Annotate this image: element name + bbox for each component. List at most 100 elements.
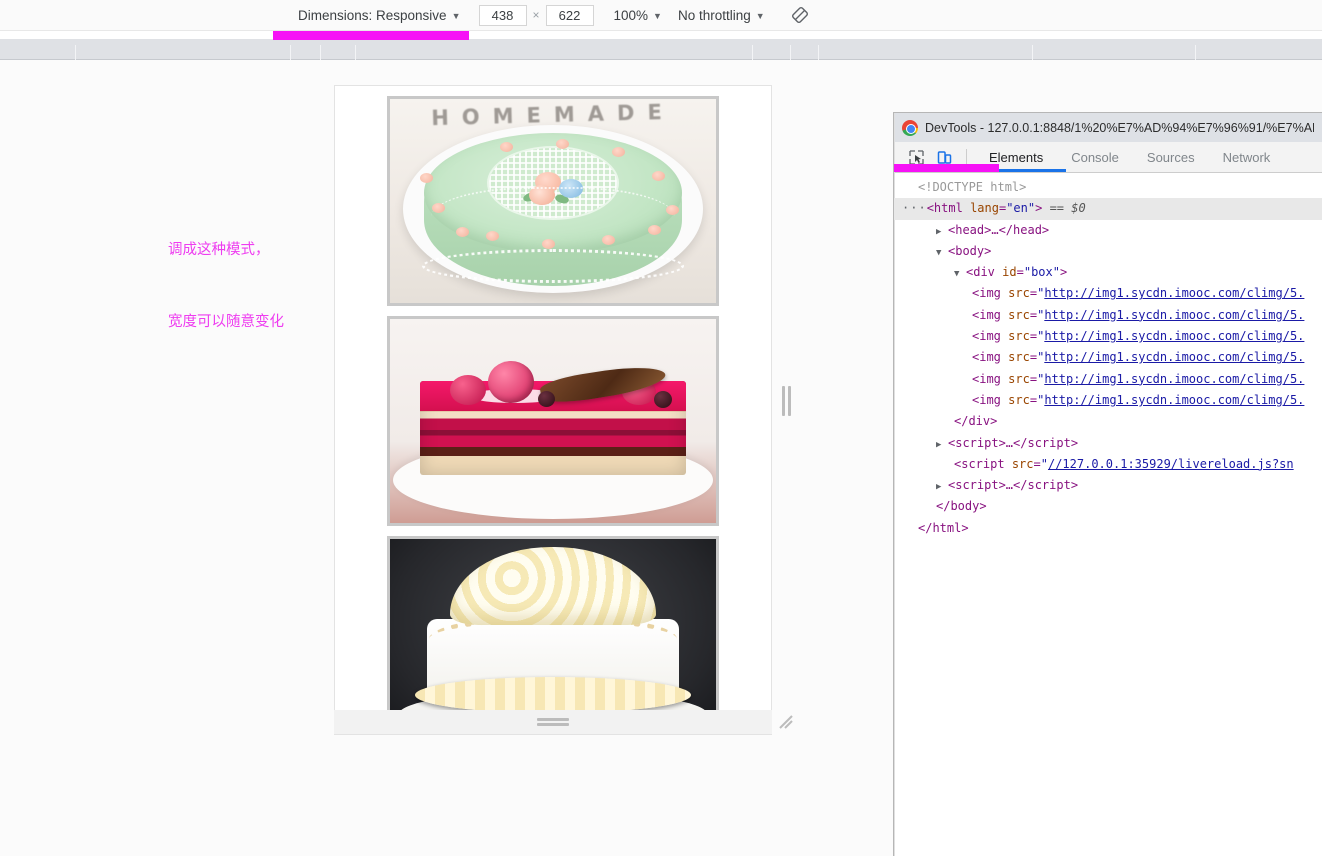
annotation-highlight-bar-dimensions [273, 31, 469, 40]
devtools-titlebar: DevTools - 127.0.0.1:8848/1%20%E7%AD%94%… [894, 113, 1322, 142]
ruler-tick [355, 45, 356, 60]
image-box: HOMEMADE [335, 86, 771, 734]
cake-image-2[interactable] [387, 316, 719, 526]
annotation-highlight-bar-devtools [894, 164, 999, 172]
cake1-rosebud [648, 225, 661, 235]
cake2-raspberry [450, 375, 486, 405]
viewport-height-input[interactable] [545, 4, 594, 26]
chevron-down-icon[interactable]: ▼ [954, 264, 964, 285]
rotate-device-icon [791, 6, 808, 24]
img-src-link[interactable]: http://img1.sycdn.imooc.com/climg/5. [1044, 372, 1304, 386]
throttling-dropdown[interactable]: No throttling ▼ [678, 8, 765, 23]
chevron-down-icon[interactable]: ▼ [936, 243, 946, 264]
script-src-link[interactable]: //127.0.0.1:35929/livereload.js?sn [1048, 457, 1294, 471]
zoom-label: 100% [613, 7, 649, 23]
img-attr-name: src [1008, 286, 1030, 301]
dimensions-dropdown[interactable]: Dimensions: Responsive ▼ [298, 8, 461, 23]
ruler-tick [290, 45, 291, 60]
cake-image-3[interactable] [387, 536, 719, 734]
dom-row-img[interactable]: <img src="http://img1.sycdn.imooc.com/cl… [894, 305, 1322, 326]
page-body: HOMEMADE [335, 86, 771, 734]
cake1-bead-ring [422, 248, 684, 283]
dom-row-img[interactable]: <img src="http://img1.sycdn.imooc.com/cl… [894, 347, 1322, 368]
chevron-right-icon[interactable]: ▶ [936, 435, 946, 456]
cake1-drape [431, 187, 675, 247]
img-attr-name: src [1008, 329, 1030, 344]
dom-row-img[interactable]: <img src="http://img1.sycdn.imooc.com/cl… [894, 369, 1322, 390]
dom-row-body-close[interactable]: </body> [894, 496, 1322, 517]
dom-row-div-box[interactable]: ▼ <div id="box"> [894, 262, 1322, 283]
chrome-logo-icon [902, 119, 918, 136]
dom-row-img[interactable]: <img src="http://img1.sycdn.imooc.com/cl… [894, 326, 1322, 347]
resize-corner-handle[interactable] [774, 710, 798, 734]
img-attr-name: src [1008, 371, 1030, 386]
dimensions-label: Dimensions: Responsive [298, 7, 447, 23]
dom-row-body-open[interactable]: ▼ <body> [894, 241, 1322, 262]
viewport-ruler [0, 39, 1322, 60]
resize-width-handle[interactable] [781, 385, 792, 417]
chevron-right-icon[interactable]: ▶ [936, 477, 946, 498]
tab-sources[interactable]: Sources [1133, 142, 1209, 173]
emulated-viewport[interactable]: HOMEMADE [334, 85, 772, 735]
rotate-device-button[interactable] [791, 6, 809, 24]
div-tag-name: div [973, 265, 995, 280]
img-src-link[interactable]: http://img1.sycdn.imooc.com/climg/5. [1044, 350, 1304, 364]
resize-height-handle[interactable] [334, 710, 772, 734]
img-src-link[interactable]: http://img1.sycdn.imooc.com/climg/5. [1044, 393, 1304, 407]
ruler-tick [320, 45, 321, 60]
ruler-tick [818, 45, 819, 60]
viewport-width-input[interactable] [478, 4, 527, 26]
chevron-down-icon: ▼ [653, 11, 662, 21]
dom-row-html[interactable]: ···<html lang="en"> == $0 [894, 198, 1322, 220]
screen-root: Dimensions: Responsive ▼ × 100% ▼ No thr… [0, 0, 1322, 856]
div-attr-value: "box" [1023, 265, 1060, 280]
dom-row-script-inline-2[interactable]: ▶ <script>…</script> [894, 475, 1322, 496]
img-tag-name: img [979, 392, 1001, 407]
script-tag-name: script [961, 456, 1005, 471]
dom-row-html-close[interactable]: </html> [894, 518, 1322, 539]
img-tag-name: img [979, 286, 1001, 301]
dom-row-script-livereload[interactable]: <script src="//127.0.0.1:35929/livereloa… [894, 454, 1322, 475]
chevron-down-icon: ▼ [755, 11, 765, 21]
cake1-rosebud [420, 173, 433, 183]
img-tag-name: img [979, 371, 1001, 386]
img-src-link[interactable]: http://img1.sycdn.imooc.com/climg/5. [1044, 329, 1304, 343]
head-node-text: <head>…</head> [948, 222, 1050, 237]
script-attr-name: src [1011, 456, 1034, 471]
dom-row-img[interactable]: <img src="http://img1.sycdn.imooc.com/cl… [894, 390, 1322, 411]
tab-network[interactable]: Network [1209, 142, 1285, 173]
zoom-dropdown[interactable]: 100% ▼ [614, 8, 662, 23]
size-separator: × [532, 8, 540, 22]
dom-row-img[interactable]: <img src="http://img1.sycdn.imooc.com/cl… [894, 283, 1322, 304]
resize-corner-icon [779, 715, 793, 729]
dom-row-doctype[interactable]: <!DOCTYPE html> [894, 177, 1322, 198]
grip-line [537, 723, 569, 726]
cake1-rosebud [432, 203, 445, 213]
cake1-rosebud [602, 235, 615, 245]
img-attr-name: src [1008, 307, 1030, 322]
script-collapsed-text: <script>…</script> [948, 435, 1079, 450]
dom-row-head[interactable]: ▶ <head>…</head> [894, 220, 1322, 241]
img-src-link[interactable]: http://img1.sycdn.imooc.com/climg/5. [1044, 308, 1304, 322]
cake1-rosebud [542, 239, 555, 249]
cake1-rosebud [500, 142, 513, 152]
cake2-raspberry [488, 361, 534, 403]
img-tag-name: img [979, 350, 1001, 365]
ruler-tick [1195, 45, 1196, 60]
device-emulation-toolbar: Dimensions: Responsive ▼ × 100% ▼ No thr… [0, 0, 1322, 31]
chevron-right-icon[interactable]: ▶ [936, 222, 946, 243]
dom-tree-panel[interactable]: <!DOCTYPE html> ···<html lang="en"> == $… [894, 113, 1322, 856]
img-tag-name: img [979, 329, 1001, 344]
ruler-tick [75, 45, 76, 60]
img-src-link[interactable]: http://img1.sycdn.imooc.com/climg/5. [1044, 286, 1304, 300]
tab-console[interactable]: Console [1057, 142, 1133, 173]
ruler-tick [1032, 45, 1033, 60]
dom-row-div-close[interactable]: </div> [894, 411, 1322, 432]
cake-image-1[interactable]: HOMEMADE [387, 96, 719, 306]
cake1-rosebud [486, 231, 499, 241]
annotation-note: 调成这种模式， 宽度可以随意变化 [168, 190, 284, 382]
cake2-currant [654, 391, 672, 408]
grip-line [782, 386, 785, 416]
dom-row-script-inline-1[interactable]: ▶ <script>…</script> [894, 433, 1322, 454]
html-attr-name: lang [970, 201, 999, 216]
